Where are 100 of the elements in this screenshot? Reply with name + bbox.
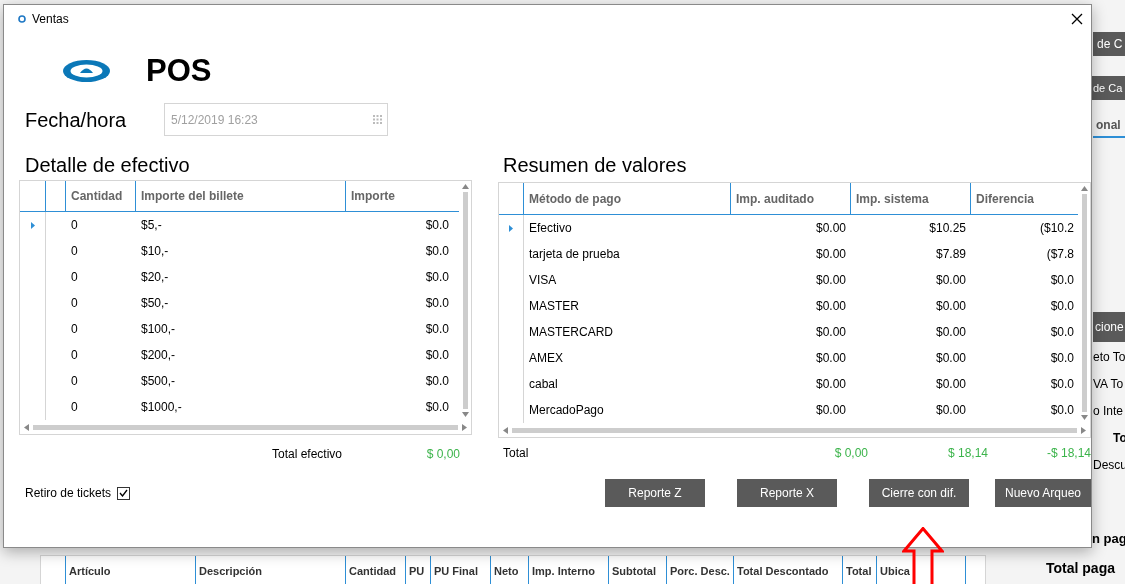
table-cell-text: $0.00	[815, 402, 846, 419]
side-section-header: cione	[1093, 312, 1125, 342]
column-header[interactable]: Total	[843, 556, 877, 584]
table-cell-text: $50,-	[141, 295, 169, 312]
action-button[interactable]: Reporte Z	[605, 479, 705, 507]
logo-icon	[63, 58, 110, 83]
total-value: $ 0,00	[426, 446, 460, 463]
table-cell-text: 0	[71, 243, 78, 260]
scroll-right-icon[interactable]	[1081, 426, 1086, 434]
date-label: Fecha/hora	[25, 107, 128, 133]
side-label: eto To	[1093, 349, 1125, 366]
total-label: Total	[502, 445, 530, 462]
column-header[interactable]: Descripción	[196, 556, 346, 584]
table-cell-text: $500,-	[141, 373, 176, 390]
column-header[interactable]: Total Descontado	[734, 556, 843, 584]
total-label: Total efectivo	[272, 446, 343, 463]
column-header[interactable]: PU	[406, 556, 431, 584]
table-cell-text: $0.00	[815, 272, 846, 289]
section-title: Detalle de efectivo	[24, 153, 191, 178]
table-cell-text: 0	[71, 347, 78, 364]
column-header[interactable]: Porc. Desc.	[667, 556, 734, 584]
scroll-left-icon[interactable]	[503, 426, 508, 434]
table-cell-text: $100,-	[141, 321, 176, 338]
action-button[interactable]: Cierre con dif.	[869, 479, 969, 507]
total-value: $ 0,00	[834, 445, 868, 462]
column-header[interactable]: Importe	[346, 181, 454, 211]
check-icon	[119, 489, 129, 497]
scroll-right-icon[interactable]	[462, 423, 467, 431]
table-cell-text: $0.0	[1050, 324, 1074, 341]
column-header[interactable]: Neto	[491, 556, 529, 584]
table-cell-text: ($7.8	[1046, 246, 1074, 263]
table-cell-text: $1000,-	[141, 399, 182, 416]
table-cell-text: 0	[71, 321, 78, 338]
table-cell-text: $0.0	[425, 321, 449, 338]
side-button[interactable]: de C	[1093, 32, 1125, 56]
table-cell-text: $0.00	[815, 298, 846, 315]
scroll-down-icon[interactable]	[1080, 415, 1088, 420]
table-cell-text: MercadoPago	[529, 402, 604, 419]
column-header[interactable]: Imp. sistema	[851, 183, 971, 214]
table-cell-text: ($10.2	[1039, 220, 1074, 237]
action-button[interactable]: Nuevo Arqueo	[995, 479, 1091, 507]
table-cell-text: $0.0	[425, 243, 449, 260]
table-cell-text: $0.0	[425, 269, 449, 286]
table-cell-text: $20,-	[141, 269, 169, 286]
column-header[interactable]: Imp. auditado	[731, 183, 851, 214]
table-cell-text: $7.89	[935, 246, 966, 263]
table-cell-text: VISA	[529, 272, 557, 289]
section-title: Resumen de valores	[502, 153, 688, 178]
column-header[interactable]: Subtotal	[609, 556, 667, 584]
column-header[interactable]: Ubica	[877, 556, 966, 584]
total-label: n pag	[1092, 530, 1125, 548]
checkbox[interactable]	[117, 486, 131, 500]
table-cell-text: $0.00	[815, 246, 846, 263]
column-header[interactable]: PU Final	[431, 556, 491, 584]
table-cell-text: $0.0	[425, 295, 449, 312]
table-cell-text: $0.00	[815, 376, 846, 393]
scroll-up-icon[interactable]	[1080, 186, 1088, 191]
table-cell-text: $0.00	[935, 324, 966, 341]
close-icon[interactable]	[1071, 13, 1083, 25]
table-cell-text: $0.0	[1050, 350, 1074, 367]
side-button[interactable]: de Ca	[1092, 76, 1125, 100]
side-label: VA To	[1093, 376, 1124, 393]
total-value: -$ 18,14	[1046, 445, 1091, 462]
table-cell-text: $0.0	[425, 373, 449, 390]
table-cell-text: $0.00	[935, 376, 966, 393]
table-cell-text: tarjeta de prueba	[529, 246, 620, 263]
column-header[interactable]: Artículo	[66, 556, 196, 584]
table-cell-text: 0	[71, 217, 78, 234]
table-cell-text: $0.0	[1050, 376, 1074, 393]
table-cell-text: 0	[71, 295, 78, 312]
column-header[interactable]: Método de pago	[524, 183, 731, 214]
action-button[interactable]: Reporte X	[737, 479, 837, 507]
table-cell-text: $0.0	[1050, 298, 1074, 315]
table-cell-text: $0.0	[425, 347, 449, 364]
checkbox-label: Retiro de tickets	[25, 485, 112, 502]
column-header[interactable]: Cantidad	[346, 556, 406, 584]
table-cell-text: $5,-	[141, 217, 162, 234]
scroll-down-icon[interactable]	[461, 412, 469, 417]
table-cell-text: MASTER	[529, 298, 579, 315]
column-header[interactable]: Importe del billete	[136, 181, 346, 211]
total-value: $ 18,14	[947, 445, 988, 462]
column-header[interactable]: Cantidad	[66, 181, 136, 211]
table-cell-text: $0.00	[935, 272, 966, 289]
table-cell-text: $10,-	[141, 243, 169, 260]
table-cell-text: 0	[71, 269, 78, 286]
table-cell-text: $200,-	[141, 347, 176, 364]
row-pointer-icon	[509, 224, 513, 232]
column-header[interactable]: Diferencia	[971, 183, 1078, 214]
total-label: Total paga	[1046, 559, 1115, 578]
table-cell-text: 0	[71, 399, 78, 416]
scroll-up-icon[interactable]	[461, 184, 469, 189]
table-cell-text: $0.0	[425, 399, 449, 416]
table-cell-text: $0.00	[935, 402, 966, 419]
table-cell-text: $0.00	[815, 220, 846, 237]
table-cell-text: AMEX	[529, 350, 563, 367]
scroll-left-icon[interactable]	[24, 423, 29, 431]
table-cell-text: $0.00	[815, 324, 846, 341]
column-header[interactable]: Imp. Interno	[529, 556, 609, 584]
table-cell-text: $0.00	[815, 350, 846, 367]
calendar-icon[interactable]	[373, 115, 382, 124]
